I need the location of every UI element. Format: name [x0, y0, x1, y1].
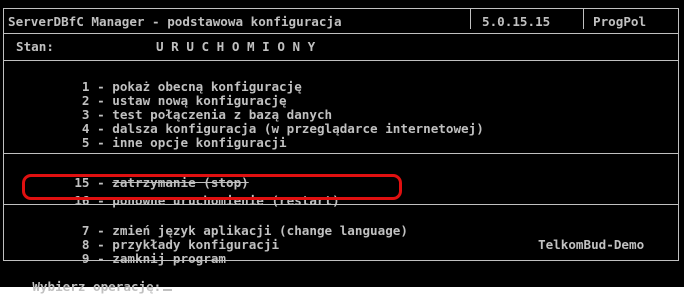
- header-divider-2: [583, 9, 584, 29]
- menu-item-browser-config[interactable]: 4 - dalsza konfiguracja (w przeglądarce …: [16, 108, 484, 136]
- menu-key: 5: [81, 135, 90, 150]
- restart-highlight-annotation: [22, 174, 402, 200]
- menu-item-config-examples[interactable]: 8 - przykłady konfiguracji: [16, 224, 279, 252]
- menu-label: zamknij program: [112, 251, 226, 266]
- service-menu-separator: [4, 204, 678, 205]
- cursor-caret: [163, 289, 173, 291]
- menu-dash: -: [89, 135, 113, 150]
- main-menu-separator: [4, 153, 678, 154]
- console-window: ServerDBfC Manager - podstawowa konfigur…: [0, 0, 684, 294]
- header-divider-1: [470, 9, 471, 29]
- app-vendor: ProgPol: [593, 14, 647, 29]
- app-title: ServerDBfC Manager - podstawowa konfigur…: [8, 14, 342, 29]
- menu-dash: -: [89, 251, 113, 266]
- header-separator: [4, 33, 678, 34]
- menu-item-set-config[interactable]: 2 - ustaw nową konfigurację: [16, 80, 287, 108]
- menu-item-test-connection[interactable]: 3 - test połączenia z bazą danych: [16, 94, 332, 122]
- app-version: 5.0.15.15: [482, 14, 551, 29]
- menu-label: inne opcje konfiguracji: [112, 135, 287, 150]
- status-label: Stan:: [16, 39, 54, 54]
- menu-item-change-language[interactable]: 7 - zmień język aplikacji (change langua…: [16, 210, 408, 238]
- menu-item-close-program[interactable]: 9 - zamknij program: [16, 238, 226, 266]
- menu-item-other-options[interactable]: 5 - inne opcje konfiguracji: [16, 122, 287, 150]
- menu-item-show-config[interactable]: 1 - pokaż obecną konfigurację: [16, 66, 302, 94]
- command-prompt[interactable]: Wybierz operację:: [2, 266, 173, 294]
- status-separator: [4, 60, 678, 61]
- license-name: TelkomBud-Demo: [538, 237, 645, 252]
- menu-key: 9: [81, 251, 90, 266]
- status-value: U R U C H O M I O N Y: [156, 39, 316, 54]
